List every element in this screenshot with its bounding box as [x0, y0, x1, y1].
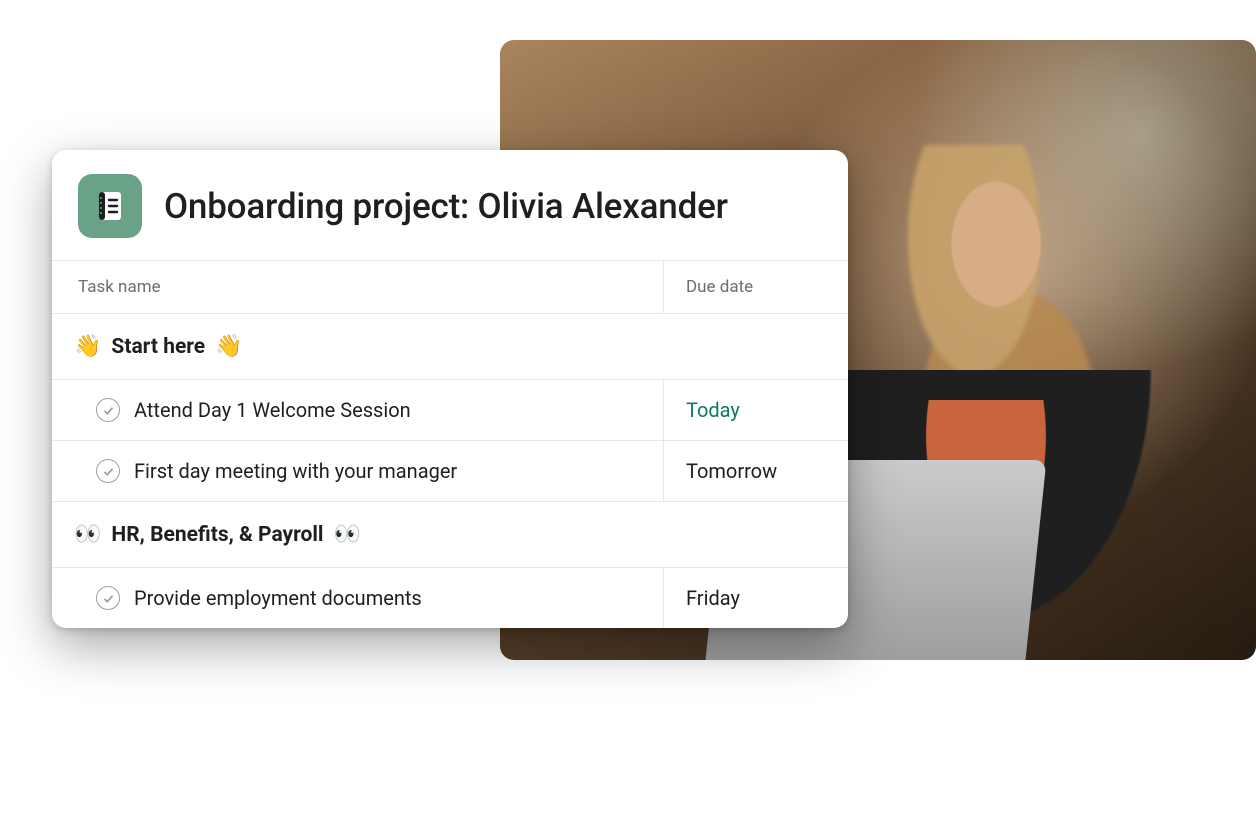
task-name: Attend Day 1 Welcome Session — [134, 398, 411, 422]
wave-emoji: 👋 — [74, 334, 101, 359]
check-circle-icon[interactable] — [96, 586, 120, 610]
eyes-emoji: 👀 — [74, 522, 101, 547]
onboarding-project-card: Onboarding project: Olivia Alexander Tas… — [52, 150, 848, 628]
section-title: Start here — [111, 335, 205, 359]
wave-emoji: 👋 — [215, 334, 242, 359]
task-row[interactable]: Provide employment documents Friday — [52, 568, 848, 628]
project-icon — [78, 174, 142, 238]
project-header: Onboarding project: Olivia Alexander — [52, 150, 848, 260]
task-name: Provide employment documents — [134, 586, 422, 610]
task-row[interactable]: Attend Day 1 Welcome Session Today — [52, 380, 848, 441]
column-header-task-name[interactable]: Task name — [52, 261, 663, 313]
task-due-date[interactable]: Friday — [663, 568, 848, 628]
task-due-date[interactable]: Tomorrow — [663, 441, 848, 501]
check-circle-icon[interactable] — [96, 459, 120, 483]
check-circle-icon[interactable] — [96, 398, 120, 422]
notebook-icon — [93, 189, 127, 223]
eyes-emoji: 👀 — [333, 522, 360, 547]
column-header-due-date[interactable]: Due date — [663, 261, 848, 313]
section-header-start-here[interactable]: 👋 Start here 👋 — [52, 314, 848, 380]
task-row[interactable]: First day meeting with your manager Tomo… — [52, 441, 848, 502]
section-title: HR, Benefits, & Payroll — [111, 523, 323, 547]
column-headers-row: Task name Due date — [52, 260, 848, 314]
task-name: First day meeting with your manager — [134, 459, 457, 483]
project-title: Onboarding project: Olivia Alexander — [164, 186, 728, 227]
section-header-hr-benefits-payroll[interactable]: 👀 HR, Benefits, & Payroll 👀 — [52, 502, 848, 568]
task-due-date[interactable]: Today — [663, 380, 848, 440]
